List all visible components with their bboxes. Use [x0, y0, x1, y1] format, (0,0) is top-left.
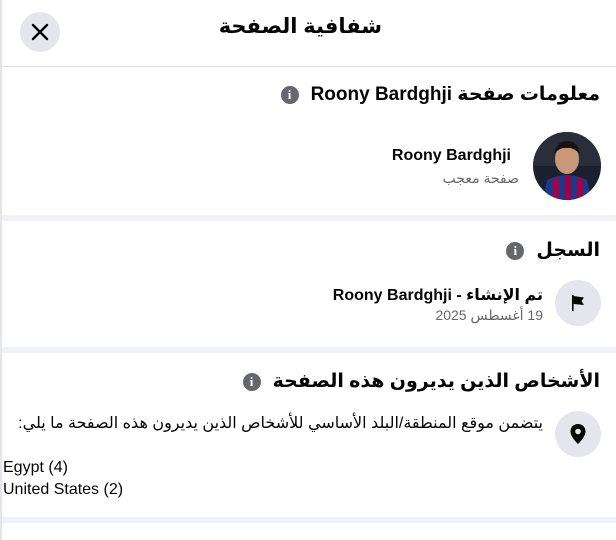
close-button[interactable]: [20, 12, 60, 52]
managers-description: يتضمن موقع المنطقة/البلد الأساسي للأشخاص…: [18, 415, 543, 432]
managers-heading: الأشخاص الذين يديرون هذه الصفحة i: [242, 370, 600, 393]
country-egypt: Egypt (4): [3, 459, 68, 476]
managers-title: الأشخاص الذين يديرون هذه الصفحة: [272, 371, 600, 392]
country-united-states: United States (2): [3, 481, 124, 498]
close-icon: [31, 23, 49, 41]
history-title: السجل: [536, 240, 600, 261]
page-info-title: معلومات صفحة Roony Bardghji: [310, 84, 600, 105]
flag-icon-circle: [555, 280, 601, 326]
section-divider: [2, 517, 616, 523]
page-name[interactable]: Roony Bardghji: [392, 147, 511, 165]
history-heading: السجل i: [506, 239, 600, 262]
history-date: 19 أغسطس 2025: [435, 307, 543, 323]
page-transparency-dialog: شفافية الصفحة معلومات صفحة Roony Bardghj…: [0, 0, 616, 540]
info-icon[interactable]: i: [280, 85, 299, 104]
info-icon[interactable]: i: [242, 372, 261, 391]
history-section: السجل i: [2, 221, 616, 347]
page-info-section: معلومات صفحة Roony Bardghji i: [2, 67, 616, 215]
page-category: صفحة معجب: [442, 170, 519, 186]
dialog-header: شفافية الصفحة: [0, 0, 616, 67]
location-icon-circle: [555, 411, 601, 457]
location-pin-icon: [570, 424, 586, 444]
flag-icon: [572, 295, 584, 311]
info-icon[interactable]: i: [506, 241, 525, 260]
history-event: تم الإنشاء - Roony Bardghji: [332, 287, 543, 304]
avatar[interactable]: [533, 132, 601, 200]
page-info-heading: معلومات صفحة Roony Bardghji i: [280, 83, 600, 106]
dialog-title: شفافية الصفحة: [218, 15, 382, 38]
